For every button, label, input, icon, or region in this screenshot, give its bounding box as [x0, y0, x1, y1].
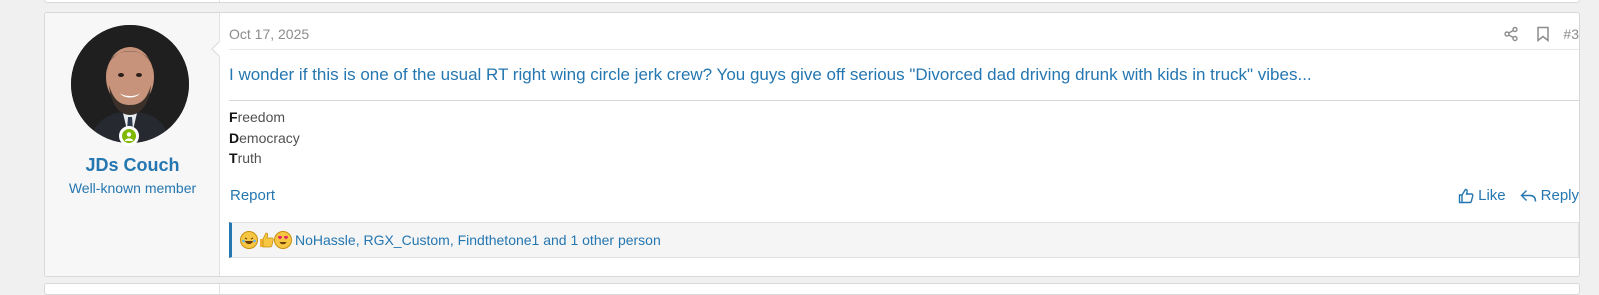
bookmark-icon[interactable] — [1527, 24, 1559, 44]
online-status-icon — [119, 126, 139, 146]
signature-line: Freedom — [229, 109, 286, 125]
divider — [229, 49, 1579, 50]
reply-icon — [1520, 189, 1536, 202]
post-user-cell: JDs Couch Well-known member — [45, 13, 220, 276]
signature: Freedom Democracy Truth — [229, 107, 300, 169]
signature-line: Truth — [229, 150, 262, 166]
signature-divider — [229, 100, 1579, 101]
reactions-bar[interactable]: NoHassle, RGX_Custom, Findthetone1 and 1… — [229, 222, 1579, 258]
post-footer-actions: Like Reply — [1458, 187, 1579, 204]
reply-label[interactable]: Reply — [1541, 187, 1579, 204]
report-link[interactable]: Report — [230, 187, 275, 204]
forum-post: JDs Couch Well-known member Oct 17, 2025… — [44, 12, 1580, 277]
thumbs-up-icon — [1458, 188, 1474, 203]
signature-line: Democracy — [229, 129, 300, 146]
reply-button[interactable]: Reply — [1520, 187, 1579, 204]
previous-post-edge — [44, 0, 1580, 3]
like-button[interactable]: Like — [1458, 187, 1506, 204]
share-icon[interactable] — [1495, 24, 1527, 44]
reaction-icons — [240, 231, 292, 249]
heart-eyes-emoji-icon — [274, 231, 292, 249]
post-actions: #3 — [1495, 24, 1579, 44]
thumbs-up-emoji-icon — [257, 231, 275, 249]
username-link[interactable]: JDs Couch — [45, 155, 220, 176]
post-main: Oct 17, 2025 #3 I wonder if this is one … — [229, 13, 1579, 276]
laughing-emoji-icon — [240, 231, 258, 249]
post-date[interactable]: Oct 17, 2025 — [229, 26, 309, 42]
user-title: Well-known member — [68, 180, 197, 196]
like-label[interactable]: Like — [1478, 187, 1506, 204]
next-post-edge — [44, 283, 1580, 295]
post-message: I wonder if this is one of the usual RT … — [229, 65, 1312, 84]
post-number-link[interactable]: #3 — [1559, 26, 1579, 42]
reactions-list-link[interactable]: NoHassle, RGX_Custom, Findthetone1 and 1… — [295, 232, 661, 248]
